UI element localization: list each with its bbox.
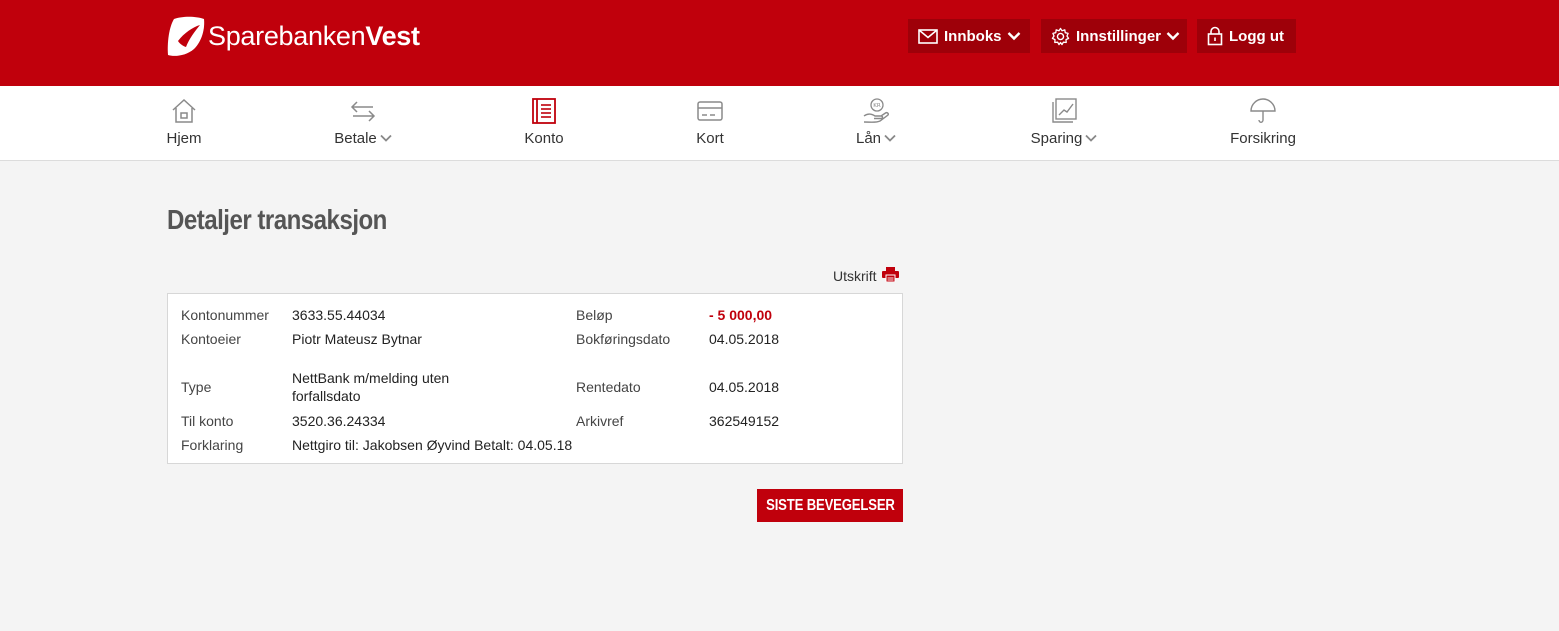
lock-icon — [1207, 26, 1223, 46]
label-rentedato: Rentedato — [576, 379, 641, 395]
nav-label-lan: Lån — [811, 130, 941, 147]
logo-text-light: Sparebanken — [208, 20, 366, 51]
value-kontoeier: Piotr Mateusz Bytnar — [292, 331, 422, 347]
chevron-down-icon — [1007, 32, 1020, 41]
print-link[interactable]: Utskrift — [833, 266, 899, 284]
value-belop: - 5 000,00 — [709, 307, 773, 323]
chevron-down-icon — [884, 134, 896, 142]
top-header: SparebankenVest Innboks Innstillinger Lo… — [0, 0, 1559, 86]
label-bokforingsdato: Bokføringsdato — [576, 331, 671, 347]
nav-label-betale-text: Betale — [334, 130, 377, 147]
main-navigation: Hjem Betale Konto Kort KR Lån Sparing Fo… — [0, 86, 1559, 161]
transfer-arrows-icon — [350, 101, 376, 122]
nav-label-hjem: Hjem — [119, 130, 249, 147]
card-icon — [697, 101, 723, 121]
label-belop: Beløp — [576, 307, 613, 323]
nav-label-hjem-text: Hjem — [166, 130, 202, 147]
value-type: NettBank m/melding uten forfallsdato — [292, 370, 450, 404]
loan-hand-icon: KR — [863, 98, 889, 123]
page-title: Detaljer transaksjon — [167, 204, 387, 235]
svg-text:KR: KR — [873, 103, 881, 109]
value-arkivref: 362549152 — [709, 413, 780, 429]
logg-ut-label: Logg ut — [1229, 27, 1284, 45]
sparebanken-vest-logo[interactable]: SparebankenVest — [166, 15, 420, 57]
nav-label-forsikring: Forsikring — [1198, 130, 1328, 147]
envelope-icon — [918, 28, 938, 44]
logo-mark-icon — [167, 16, 205, 56]
nav-label-lan-text: Lån — [855, 130, 882, 147]
label-type: Type — [181, 379, 212, 395]
innboks-button[interactable]: Innboks — [908, 19, 1030, 53]
nav-item-betale[interactable]: Betale — [298, 86, 428, 160]
transaction-details-panel: Kontonummer 3633.55.44034 Kontoeier Piot… — [167, 293, 903, 464]
nav-item-hjem[interactable]: Hjem — [119, 86, 249, 160]
innstillinger-label: Innstillinger — [1076, 27, 1162, 45]
nav-label-sparing-text: Sparing — [1030, 130, 1083, 147]
label-forklaring: Forklaring — [181, 437, 244, 453]
umbrella-icon — [1250, 98, 1276, 123]
chevron-down-icon — [1166, 32, 1180, 41]
logg-ut-button[interactable]: Logg ut — [1197, 19, 1296, 53]
logo-text: SparebankenVest — [208, 21, 420, 52]
chevron-down-icon — [380, 134, 392, 142]
gear-icon — [1051, 27, 1070, 45]
nav-item-sparing[interactable]: Sparing — [999, 86, 1129, 160]
nav-item-kort[interactable]: Kort — [645, 86, 775, 160]
label-kontonummer: Kontonummer — [181, 307, 269, 323]
nav-label-sparing: Sparing — [999, 130, 1129, 147]
nav-label-kort: Kort — [645, 130, 775, 147]
nav-label-konto-text: Konto — [524, 130, 564, 147]
siste-bevegelser-button[interactable]: SISTE BEVEGELSER — [757, 489, 903, 522]
nav-label-kort-text: Kort — [696, 130, 724, 147]
account-book-icon — [532, 98, 556, 124]
nav-item-lan[interactable]: KR Lån — [811, 86, 941, 160]
nav-item-konto[interactable]: Konto — [479, 86, 609, 160]
chevron-down-icon — [1085, 134, 1097, 142]
label-kontoeier: Kontoeier — [181, 331, 241, 347]
innstillinger-button[interactable]: Innstillinger — [1041, 19, 1187, 53]
value-til-konto: 3520.36.24334 — [292, 413, 386, 429]
innboks-label: Innboks — [944, 27, 1002, 45]
printer-icon — [881, 266, 899, 282]
savings-chart-icon — [1052, 98, 1077, 123]
value-rentedato: 04.05.2018 — [709, 379, 780, 395]
nav-label-konto: Konto — [479, 130, 609, 147]
nav-label-forsikring-text: Forsikring — [1230, 130, 1296, 147]
logo-text-bold: Vest — [365, 20, 420, 51]
label-arkivref: Arkivref — [576, 413, 624, 429]
nav-item-forsikring[interactable]: Forsikring — [1198, 86, 1328, 160]
nav-label-betale: Betale — [298, 130, 428, 147]
value-bokforingsdato: 04.05.2018 — [709, 331, 780, 347]
value-kontonummer: 3633.55.44034 — [292, 307, 386, 323]
home-icon — [172, 98, 196, 123]
siste-bevegelser-label: SISTE BEVEGELSER — [765, 496, 895, 514]
print-label: Utskrift — [833, 268, 877, 284]
value-forklaring: Nettgiro til: Jakobsen Øyvind Betalt: 04… — [292, 437, 573, 453]
label-til-konto: Til konto — [181, 413, 234, 429]
